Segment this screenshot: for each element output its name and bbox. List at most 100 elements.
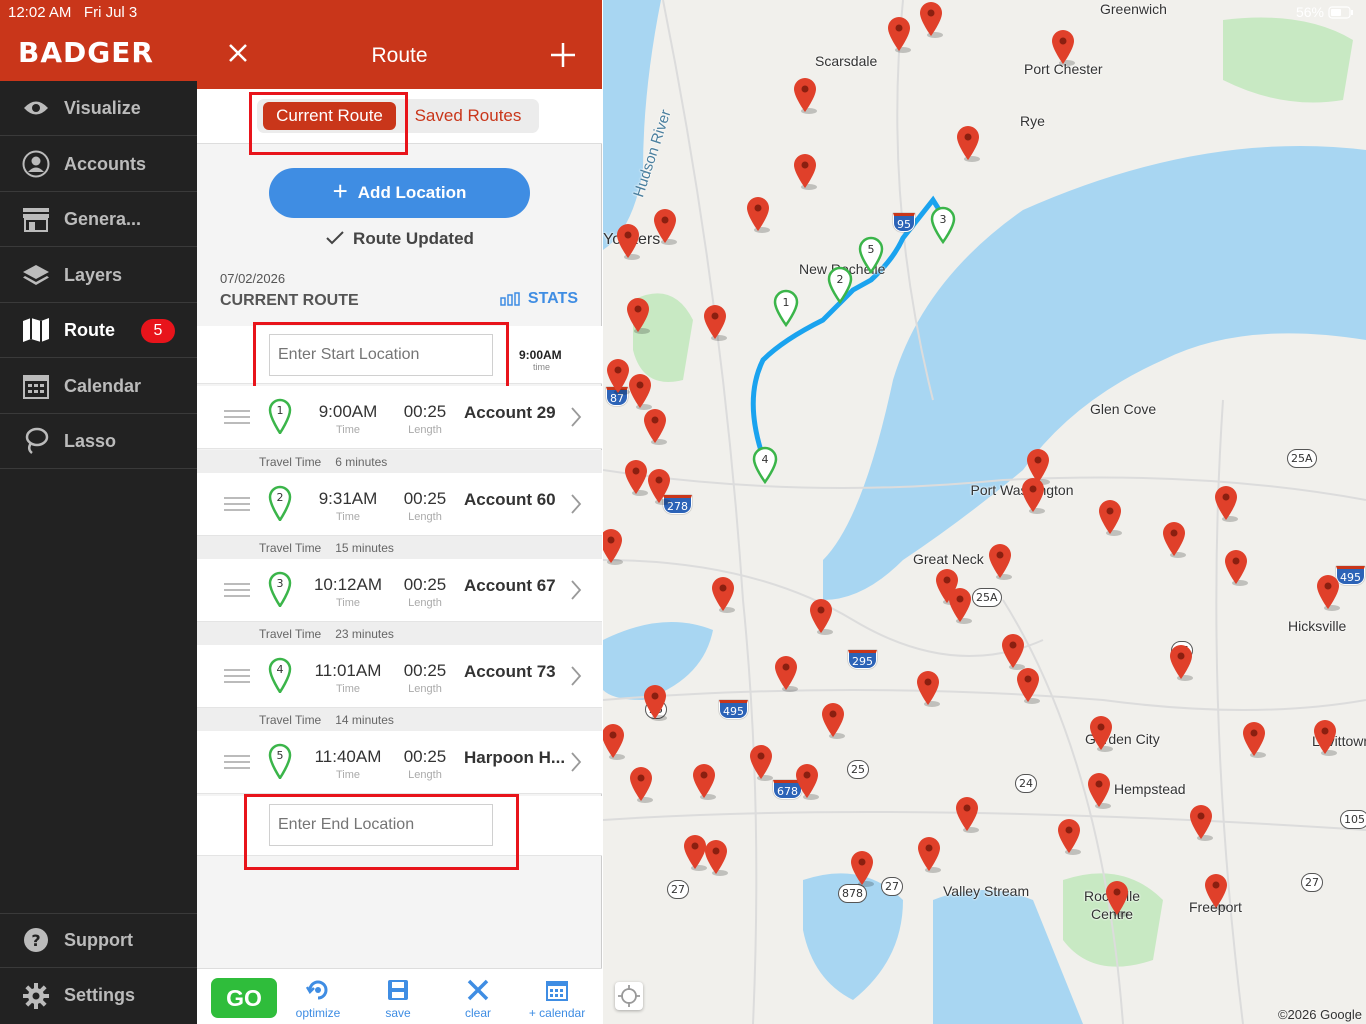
account-pin-icon[interactable] bbox=[1056, 817, 1082, 855]
account-pin-icon[interactable] bbox=[849, 849, 875, 887]
chevron-right-icon[interactable] bbox=[570, 751, 582, 773]
map-view[interactable]: Greenwich Scarsdale Port Chester Rye Hud… bbox=[603, 0, 1366, 1024]
travel-time-label: Travel Time bbox=[259, 541, 322, 555]
go-button[interactable]: GO bbox=[211, 978, 277, 1018]
account-pin-icon[interactable] bbox=[1188, 803, 1214, 841]
sidebar-item-general[interactable]: Genera... bbox=[0, 192, 197, 247]
account-pin-icon[interactable] bbox=[642, 683, 668, 721]
drag-handle-icon[interactable] bbox=[224, 410, 250, 426]
add-icon[interactable] bbox=[550, 42, 576, 68]
account-pin-icon[interactable] bbox=[703, 838, 729, 876]
add-location-button[interactable]: + Add Location bbox=[269, 168, 530, 218]
drag-handle-icon[interactable] bbox=[224, 755, 250, 771]
stop-time: 9:31AM bbox=[318, 489, 378, 508]
account-pin-icon[interactable] bbox=[808, 597, 834, 635]
account-pin-icon[interactable] bbox=[794, 762, 820, 800]
drag-handle-icon[interactable] bbox=[224, 497, 250, 513]
account-pin-icon[interactable] bbox=[1097, 498, 1123, 536]
sidebar-item-label: Route bbox=[64, 319, 115, 340]
stop-row[interactable]: 1 9:00AM Time 00:25 Length Account 29 bbox=[197, 386, 602, 449]
account-pin-icon[interactable] bbox=[1203, 872, 1229, 910]
drag-handle-icon[interactable] bbox=[224, 669, 250, 685]
account-pin-icon[interactable] bbox=[615, 222, 641, 260]
account-pin-icon[interactable] bbox=[702, 303, 728, 341]
save-button[interactable]: save bbox=[363, 977, 433, 1020]
account-pin-icon[interactable] bbox=[1050, 28, 1076, 66]
account-pin-icon[interactable] bbox=[947, 586, 973, 624]
sidebar-item-calendar[interactable]: Calendar bbox=[0, 359, 197, 414]
account-pin-icon[interactable] bbox=[886, 15, 912, 53]
sidebar-item-layers[interactable]: Layers bbox=[0, 248, 197, 303]
route-heading: CURRENT ROUTE bbox=[220, 292, 359, 309]
account-pin-icon[interactable] bbox=[646, 467, 672, 505]
optimize-button[interactable]: optimize bbox=[283, 977, 353, 1020]
account-pin-icon[interactable] bbox=[1213, 484, 1239, 522]
account-pin-icon[interactable] bbox=[792, 76, 818, 114]
account-pin-icon[interactable] bbox=[625, 296, 651, 334]
account-pin-icon[interactable] bbox=[1168, 643, 1194, 681]
tab-current-route[interactable]: Current Route bbox=[263, 102, 396, 130]
route-stop-pin-icon[interactable]: 1 bbox=[773, 289, 799, 327]
chevron-right-icon[interactable] bbox=[570, 579, 582, 601]
account-pin-icon[interactable] bbox=[773, 654, 799, 692]
account-pin-icon[interactable] bbox=[916, 835, 942, 873]
account-pin-icon[interactable] bbox=[1312, 718, 1338, 756]
account-pin-icon[interactable] bbox=[603, 527, 624, 565]
start-time[interactable]: 9:00AM bbox=[519, 348, 562, 362]
account-pin-icon[interactable] bbox=[987, 542, 1013, 580]
account-pin-icon[interactable] bbox=[792, 152, 818, 190]
account-pin-icon[interactable] bbox=[745, 195, 771, 233]
route-stop-pin-icon[interactable]: 3 bbox=[930, 206, 956, 244]
route-stop-pin-icon[interactable]: 2 bbox=[827, 266, 853, 304]
account-pin-icon[interactable] bbox=[1020, 476, 1046, 514]
add-to-calendar-button[interactable]: + calendar bbox=[522, 977, 592, 1020]
chevron-right-icon[interactable] bbox=[570, 493, 582, 515]
chevron-right-icon[interactable] bbox=[570, 406, 582, 428]
route-stop-pin-icon[interactable]: 5 bbox=[858, 236, 884, 274]
account-pin-icon[interactable] bbox=[1000, 632, 1026, 670]
account-pin-icon[interactable] bbox=[652, 207, 678, 245]
sidebar-item-settings[interactable]: Settings bbox=[0, 968, 197, 1023]
account-pin-icon[interactable] bbox=[915, 669, 941, 707]
account-pin-icon[interactable] bbox=[820, 701, 846, 739]
sidebar-item-support[interactable]: ? Support bbox=[0, 913, 197, 968]
account-pin-icon[interactable] bbox=[1015, 666, 1041, 704]
account-pin-icon[interactable] bbox=[603, 722, 626, 760]
account-pin-icon[interactable] bbox=[1241, 720, 1267, 758]
sidebar-item-route[interactable]: Route 5 bbox=[0, 303, 197, 358]
stop-account-name: Account 67 bbox=[464, 576, 556, 595]
stop-row[interactable]: 3 10:12AM Time 00:25 Length Account 67 bbox=[197, 559, 602, 622]
account-pin-icon[interactable] bbox=[628, 765, 654, 803]
account-pin-icon[interactable] bbox=[954, 795, 980, 833]
account-pin-icon[interactable] bbox=[1104, 879, 1130, 917]
travel-time-value: 15 minutes bbox=[335, 541, 394, 555]
sidebar-item-accounts[interactable]: Accounts bbox=[0, 137, 197, 192]
account-pin-icon[interactable] bbox=[1223, 548, 1249, 586]
account-pin-icon[interactable] bbox=[1088, 714, 1114, 752]
drag-handle-icon[interactable] bbox=[224, 583, 250, 599]
stats-button[interactable]: STATS bbox=[500, 290, 578, 308]
stop-row[interactable]: 2 9:31AM Time 00:25 Length Account 60 bbox=[197, 473, 602, 536]
account-pin-icon[interactable] bbox=[627, 372, 653, 410]
tab-saved-routes[interactable]: Saved Routes bbox=[403, 102, 533, 130]
clear-button[interactable]: clear bbox=[443, 977, 513, 1020]
account-pin-icon[interactable] bbox=[955, 124, 981, 162]
account-pin-icon[interactable] bbox=[710, 575, 736, 613]
account-pin-icon[interactable] bbox=[1315, 573, 1341, 611]
chevron-right-icon[interactable] bbox=[570, 665, 582, 687]
start-location-input[interactable] bbox=[269, 334, 493, 376]
account-pin-icon[interactable] bbox=[748, 743, 774, 781]
account-pin-icon[interactable] bbox=[642, 407, 668, 445]
sidebar-item-visualize[interactable]: Visualize bbox=[0, 81, 197, 136]
route-stop-pin-icon[interactable]: 4 bbox=[752, 446, 778, 484]
account-pin-icon[interactable] bbox=[1086, 771, 1112, 809]
stop-row[interactable]: 5 11:40AM Time 00:25 Length Harpoon H... bbox=[197, 731, 602, 794]
account-pin-icon[interactable] bbox=[918, 0, 944, 38]
account-pin-icon[interactable] bbox=[1161, 520, 1187, 558]
stop-row[interactable]: 4 11:01AM Time 00:25 Length Account 73 bbox=[197, 645, 602, 708]
locate-me-button[interactable] bbox=[615, 982, 643, 1010]
end-location-input[interactable] bbox=[269, 804, 493, 846]
account-pin-icon[interactable] bbox=[691, 762, 717, 800]
stop-number: 3 bbox=[277, 577, 284, 590]
sidebar-item-lasso[interactable]: Lasso bbox=[0, 414, 197, 469]
